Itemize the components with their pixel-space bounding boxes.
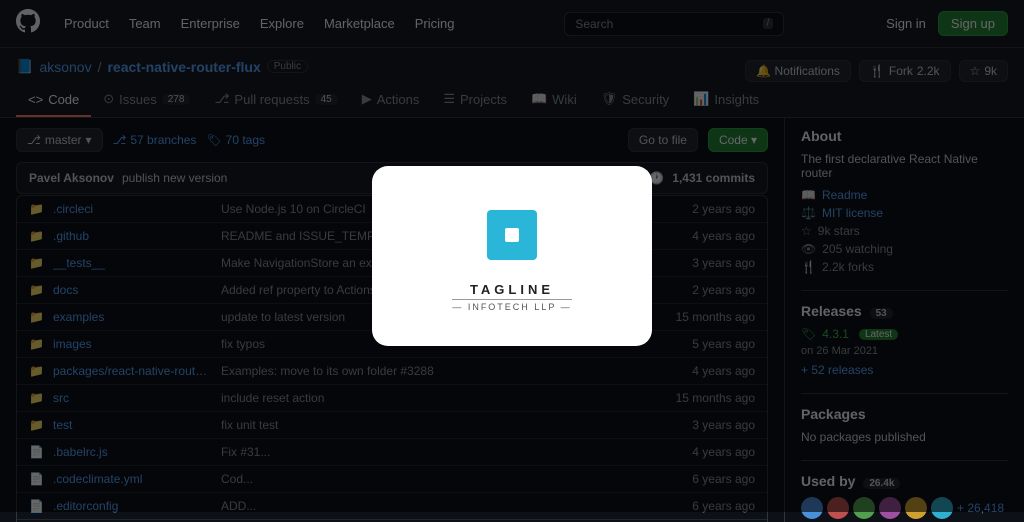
overlay-card: TAGLINE — INFOTECH LLP —	[372, 166, 652, 346]
overlay: TAGLINE — INFOTECH LLP —	[0, 0, 1024, 512]
overlay-tagline: TAGLINE — INFOTECH LLP —	[452, 282, 571, 312]
brand-logo	[477, 200, 547, 270]
brand-sub: — INFOTECH LLP —	[452, 299, 571, 312]
brand-name: TAGLINE	[452, 282, 571, 297]
